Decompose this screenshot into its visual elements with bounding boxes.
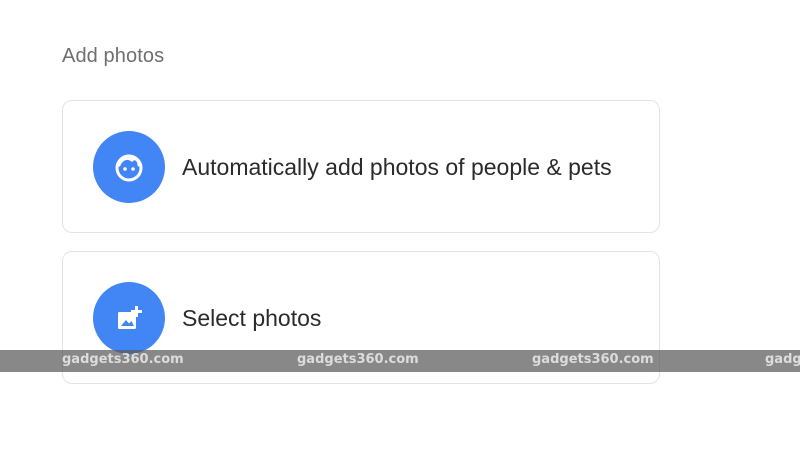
add-photos-screen: Add photos Automatically add photos of p… [0,0,800,450]
section-title: Add photos [62,45,165,67]
watermark-text: gadgets360.com [62,352,184,367]
watermark-text: gadgets360.com [297,352,419,367]
select-photos-label: Select photos [182,305,322,331]
add-photo-icon [93,282,165,354]
watermark-band: gadgets360.com gadgets360.com gadgets360… [0,350,800,372]
watermark-text: gadge [765,352,800,367]
face-icon [93,131,165,203]
auto-add-option-label: Automatically add photos of people & pet… [182,154,612,180]
watermark-text: gadgets360.com [532,352,654,367]
auto-add-people-pets-option[interactable]: Automatically add photos of people & pet… [62,100,660,233]
